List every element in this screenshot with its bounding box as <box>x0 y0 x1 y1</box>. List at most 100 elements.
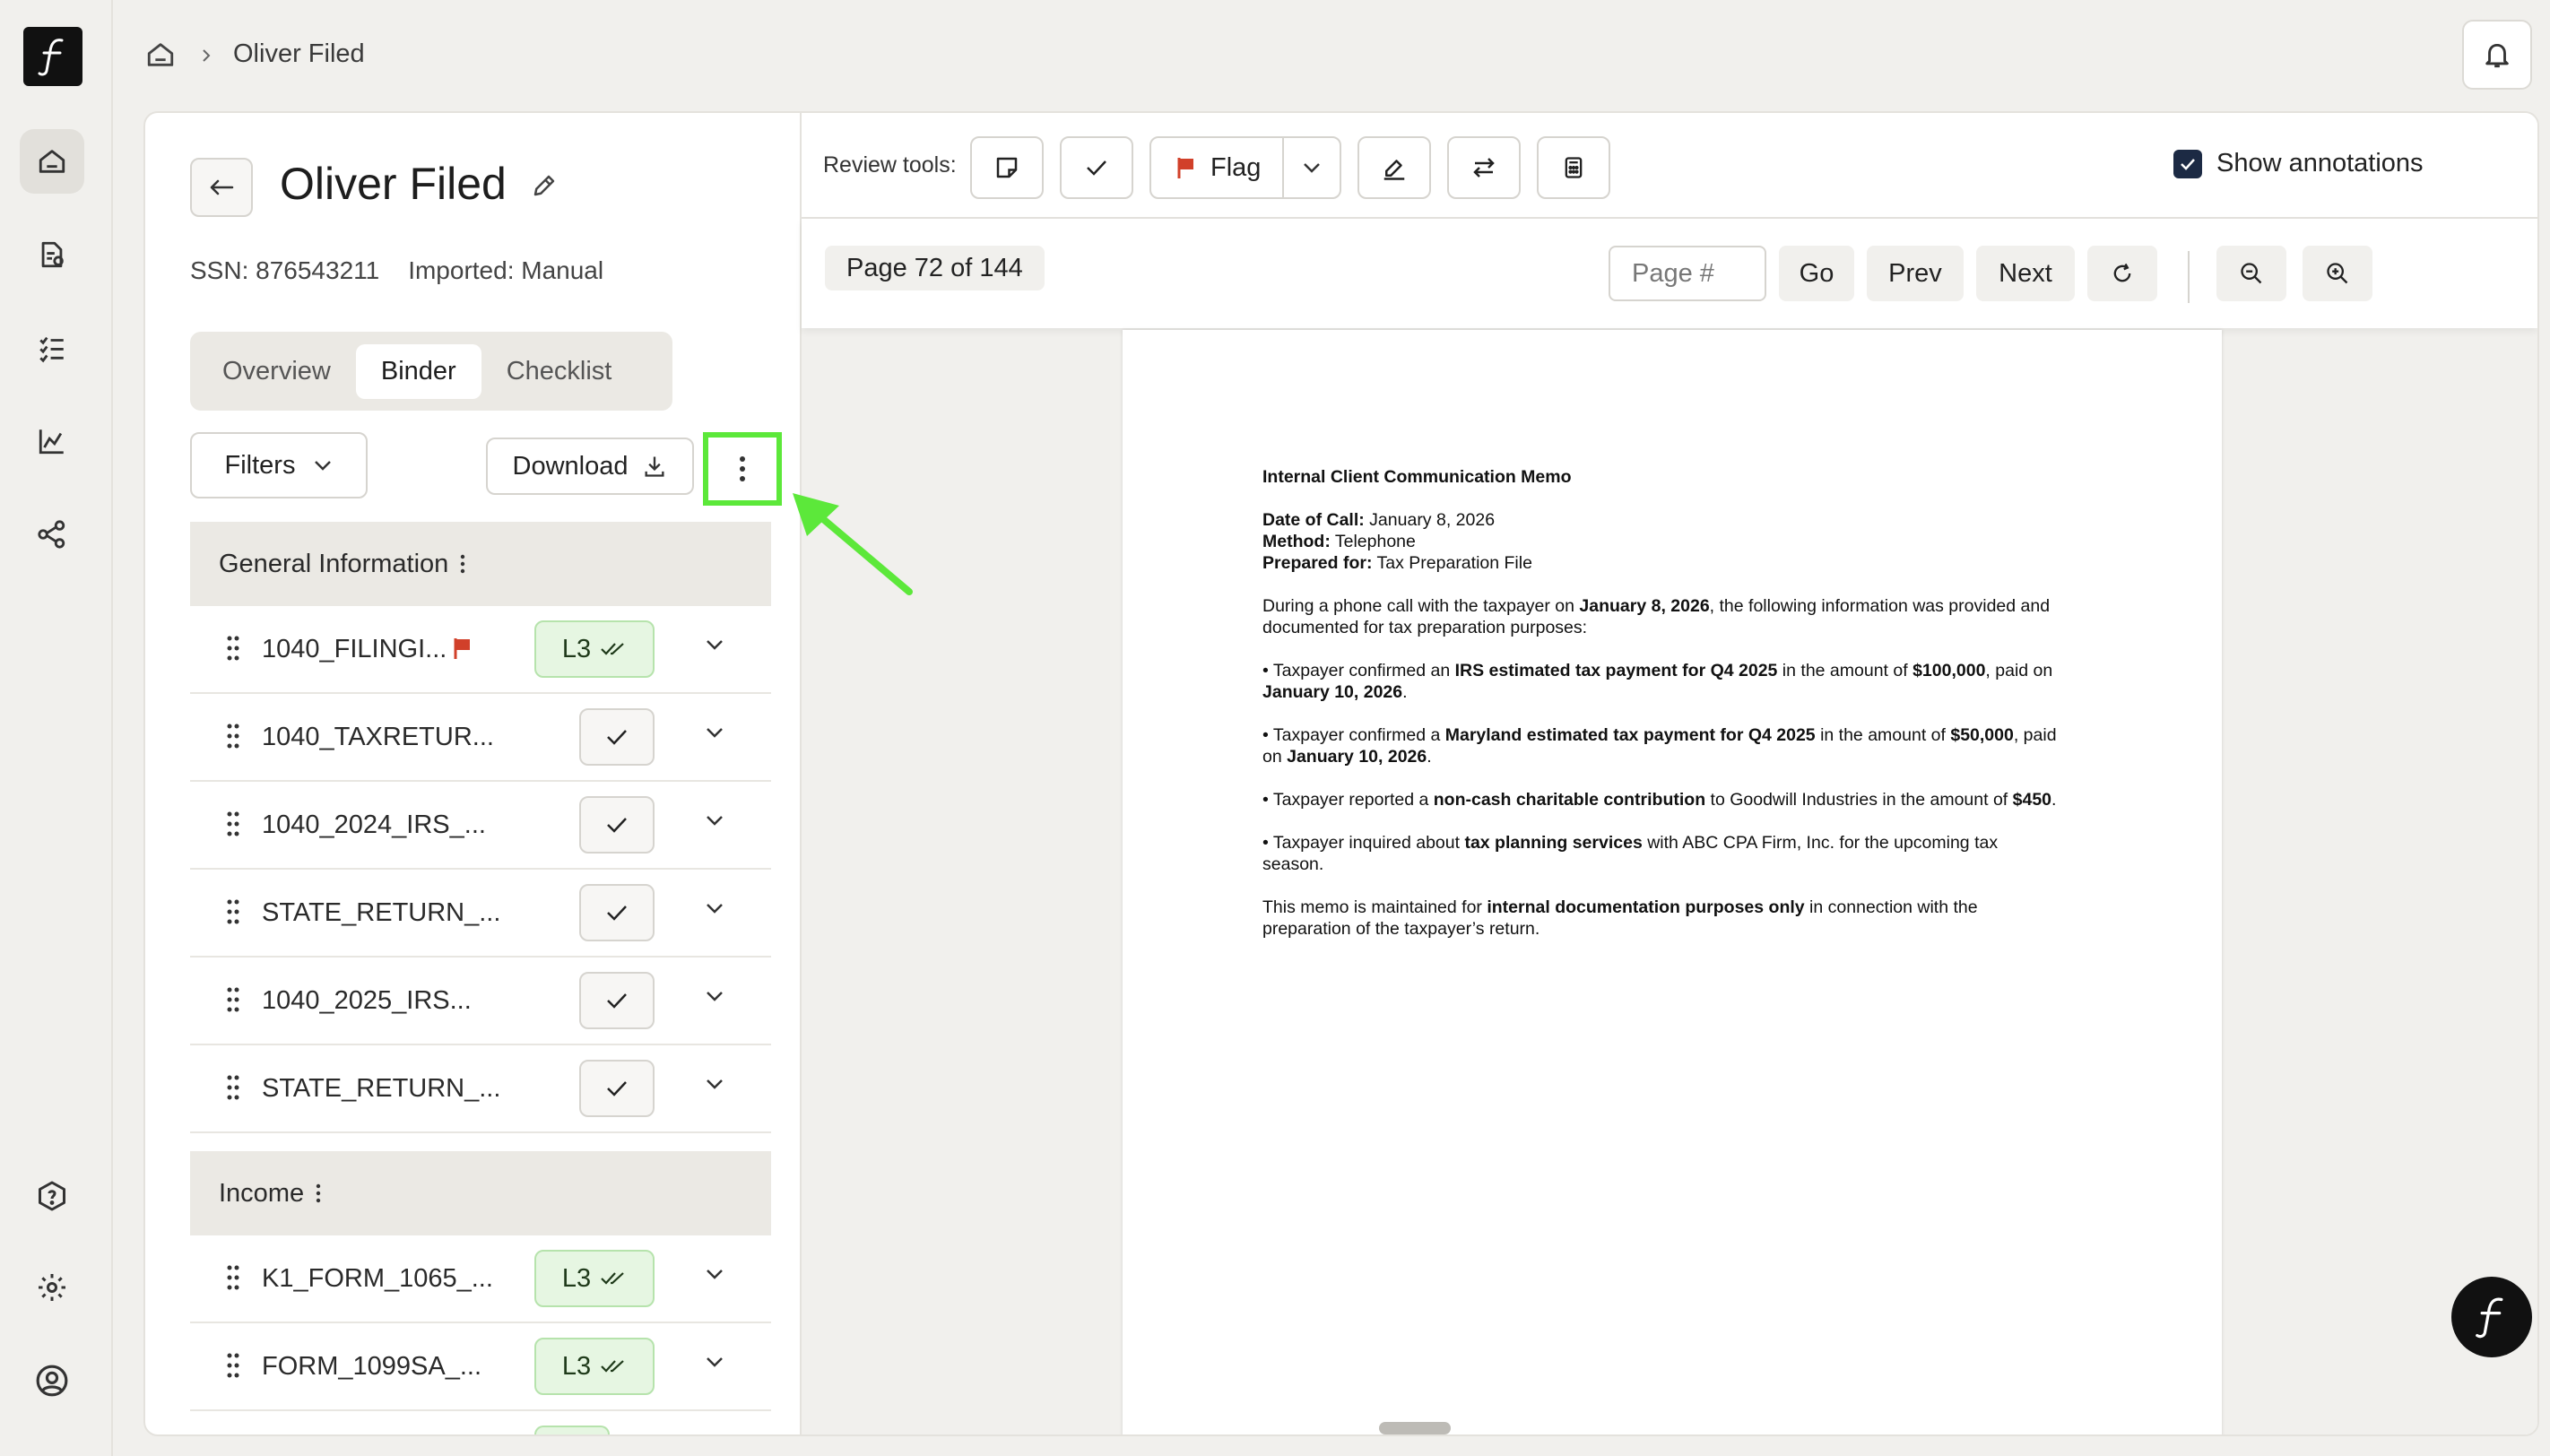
drag-handle-icon[interactable] <box>226 1264 240 1291</box>
drag-handle-icon[interactable] <box>226 1074 240 1101</box>
rotate-button[interactable] <box>2087 246 2157 301</box>
document-row[interactable]: STATE_RETURN_... <box>190 1045 771 1133</box>
prev-page-button[interactable]: Prev <box>1867 246 1964 301</box>
zoom-in-button[interactable] <box>2303 246 2372 301</box>
go-button[interactable]: Go <box>1779 246 1854 301</box>
document-name[interactable]: 1040_FILINGI... <box>262 635 447 664</box>
review-level-badge[interactable]: L3 <box>534 1250 655 1307</box>
client-ssn: SSN: 876543211 <box>190 256 380 284</box>
tab-checklist[interactable]: Checklist <box>481 344 638 399</box>
double-check-icon <box>601 1360 624 1373</box>
show-annotations-toggle[interactable]: Show annotations <box>2173 149 2424 178</box>
check-icon <box>607 730 627 745</box>
section-kebab-icon[interactable] <box>315 1183 322 1204</box>
document-row[interactable]: 1040_2025_IRS... <box>190 958 771 1045</box>
red-flag-icon <box>453 637 473 660</box>
drag-handle-icon[interactable] <box>226 898 240 925</box>
next-page-button[interactable]: Next <box>1976 246 2075 301</box>
mark-reviewed-button[interactable] <box>579 796 655 854</box>
notifications-bell-icon[interactable] <box>2462 20 2532 90</box>
client-imported: Imported: Manual <box>408 256 604 284</box>
flag-options-chevron[interactable] <box>1284 138 1340 197</box>
profile-nav-icon[interactable] <box>20 1348 84 1413</box>
pen-sign-icon <box>1383 160 1405 180</box>
download-button[interactable]: Download <box>486 438 694 495</box>
document-name[interactable]: STATE_RETURN_... <box>262 898 500 928</box>
checklist-nav-icon[interactable] <box>20 316 84 380</box>
flag-button[interactable]: Flag <box>1151 138 1284 197</box>
document-row[interactable]: STATE_RETURN_... <box>190 870 771 958</box>
mark-reviewed-button[interactable] <box>579 708 655 766</box>
settings-nav-icon[interactable] <box>20 1255 84 1320</box>
document-page: Internal Client Communication Memo Date … <box>1123 330 2222 1434</box>
review-level-badge[interactable]: L3 <box>534 620 655 678</box>
mark-reviewed-button[interactable] <box>579 884 655 941</box>
review-level-label: L3 <box>561 1351 592 1381</box>
document-row[interactable]: 1040_2024_IRS_... <box>190 782 771 870</box>
home-breadcrumb-icon[interactable] <box>145 39 176 70</box>
expand-chevron-icon[interactable] <box>705 814 724 827</box>
back-button[interactable] <box>190 158 253 217</box>
breadcrumb-current: Oliver Filed <box>233 39 365 68</box>
drag-handle-icon[interactable] <box>226 986 240 1013</box>
double-check-icon <box>601 1272 624 1285</box>
document-row[interactable]: FORM_1099SA_... L3 <box>190 1323 771 1411</box>
home-nav-icon[interactable] <box>20 129 84 194</box>
annotation-arrow-icon <box>793 493 913 595</box>
expand-chevron-icon[interactable] <box>705 726 724 739</box>
document-name[interactable]: STATE_RETURN_... <box>262 1074 500 1104</box>
section-kebab-icon[interactable] <box>459 553 466 575</box>
expand-chevron-icon[interactable] <box>705 1268 724 1280</box>
page-number-input[interactable] <box>1609 246 1766 301</box>
drag-handle-icon[interactable] <box>226 810 240 837</box>
show-annotations-checkbox[interactable] <box>2173 149 2202 178</box>
analytics-nav-icon[interactable] <box>20 409 84 473</box>
pencil-edit-icon[interactable] <box>531 172 558 199</box>
more-options-button[interactable] <box>703 432 782 506</box>
document-row[interactable]: 1040_FILINGI... L3 <box>190 606 771 694</box>
document-name[interactable]: 1040_TAXRETUR... <box>262 723 494 752</box>
memo-closing: This memo is maintained for internal doc… <box>1262 897 1978 939</box>
double-check-icon <box>601 643 624 655</box>
horizontal-scroll-handle[interactable] <box>1379 1422 1451 1434</box>
assistant-fab-icon[interactable] <box>2451 1277 2532 1357</box>
document-row[interactable]: 1040_TAXRETUR... <box>190 694 771 782</box>
drag-handle-icon[interactable] <box>226 1352 240 1379</box>
show-annotations-label: Show annotations <box>2216 149 2424 178</box>
expand-chevron-icon[interactable] <box>705 990 724 1002</box>
document-name[interactable]: K1_FORM_1065_... <box>262 1264 493 1294</box>
drag-handle-icon[interactable] <box>226 723 240 750</box>
document-name[interactable]: 1040_2025_IRS... <box>262 986 472 1016</box>
document-name[interactable]: 1040_2024_IRS_... <box>262 810 486 840</box>
app-logo[interactable] <box>23 27 82 86</box>
mark-reviewed-button[interactable] <box>579 1060 655 1117</box>
calculator-button[interactable] <box>1537 136 1610 199</box>
zoom-out-button[interactable] <box>2216 246 2286 301</box>
sticky-note-button[interactable] <box>970 136 1044 199</box>
approve-button[interactable] <box>1060 136 1133 199</box>
review-level-badge[interactable]: L3 <box>534 1338 655 1395</box>
expand-chevron-icon[interactable] <box>705 638 724 651</box>
memo-bullet-4: • Taxpayer inquired about tax planning s… <box>1262 833 1999 874</box>
section-title: Income <box>219 1178 305 1208</box>
mark-reviewed-button[interactable] <box>579 972 655 1029</box>
documents-nav-icon[interactable] <box>20 222 84 287</box>
swap-button[interactable] <box>1447 136 1521 199</box>
share-nav-icon[interactable] <box>20 502 84 567</box>
signature-button[interactable] <box>1357 136 1431 199</box>
tab-binder[interactable]: Binder <box>355 343 481 399</box>
sticky-note-icon <box>996 157 1018 178</box>
filters-button[interactable]: Filters <box>190 432 368 498</box>
expand-chevron-icon[interactable] <box>705 1078 724 1090</box>
drag-handle-icon[interactable] <box>226 635 240 662</box>
expand-chevron-icon[interactable] <box>705 1356 724 1368</box>
document-name[interactable]: FORM_1099SA_... <box>262 1352 481 1382</box>
tab-overview[interactable]: Overview <box>197 344 356 399</box>
memo-bullet-3: • Taxpayer reported a non-cash charitabl… <box>1262 790 2057 810</box>
flag-label: Flag <box>1210 152 1262 182</box>
review-tools-label: Review tools: <box>823 152 957 178</box>
expand-chevron-icon[interactable] <box>705 902 724 914</box>
review-level-badge-partial <box>534 1426 610 1434</box>
help-nav-icon[interactable] <box>20 1164 84 1228</box>
document-row[interactable]: K1_FORM_1065_... L3 <box>190 1235 771 1323</box>
